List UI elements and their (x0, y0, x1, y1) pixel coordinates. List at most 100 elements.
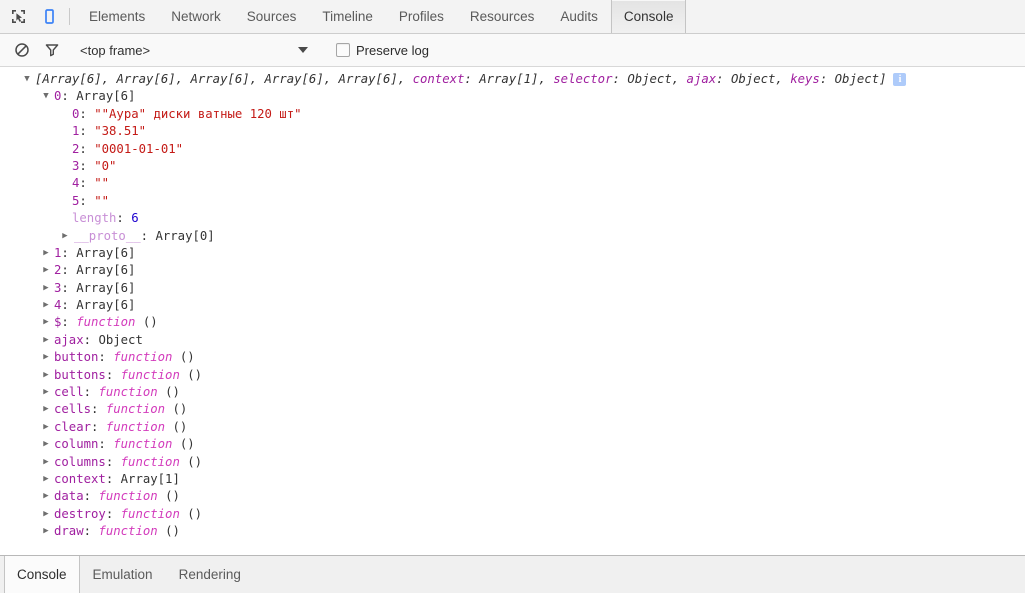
property-value: function () (105, 402, 188, 417)
tab-audits[interactable]: Audits (547, 0, 611, 33)
property-value: "38.51" (94, 124, 147, 139)
tree-row-property[interactable]: 3: Array[6] (0, 280, 1025, 297)
frame-selector[interactable]: <top frame> (80, 43, 320, 58)
property-value: function () (98, 524, 180, 539)
property-value: "0" (94, 158, 117, 173)
tree-row-property[interactable]: column: function () (0, 436, 1025, 453)
disclosure-triangle-icon[interactable] (41, 245, 51, 262)
tree-row-property[interactable]: columns: function () (0, 454, 1025, 471)
property-value: Array[6] (76, 89, 136, 104)
property-value: function () (98, 489, 180, 504)
tree-row-entry[interactable]: 4: "" (0, 175, 1025, 192)
disclosure-triangle-icon[interactable] (41, 297, 51, 314)
disclosure-triangle-icon[interactable] (41, 384, 51, 401)
disclosure-triangle-icon[interactable] (41, 488, 51, 505)
tree-row-property[interactable]: data: function () (0, 488, 1025, 505)
tree-row-entry[interactable]: 5: "" (0, 193, 1025, 210)
property-value: function () (76, 315, 158, 330)
clear-console-icon[interactable] (10, 38, 34, 62)
property-value: Object (98, 332, 143, 347)
tree-row-property[interactable]: cell: function () (0, 384, 1025, 401)
property-key: data (54, 489, 84, 504)
property-value: Array[0] (155, 228, 215, 243)
property-value: 6 (131, 211, 139, 226)
disclosure-triangle-icon[interactable] (41, 280, 51, 297)
devtools-window: Elements Network Sources Timeline Profil… (0, 0, 1025, 593)
drawer-tabbar: Console Emulation Rendering (0, 555, 1025, 593)
tree-row-item-0[interactable]: 0: Array[6] (0, 88, 1025, 105)
tabbar-divider (69, 8, 70, 25)
disclosure-triangle-icon[interactable] (41, 436, 51, 453)
property-key: __proto__ (74, 228, 141, 243)
console-message[interactable]: [Array[6], Array[6], Array[6], Array[6],… (0, 71, 1025, 541)
tab-profiles[interactable]: Profiles (386, 0, 457, 33)
disclosure-triangle-icon[interactable] (41, 523, 51, 540)
tree-row-property[interactable]: clear: function () (0, 419, 1025, 436)
devtools-tabbar: Elements Network Sources Timeline Profil… (0, 0, 1025, 34)
disclosure-triangle-icon[interactable] (41, 262, 51, 279)
drawer-tab-rendering[interactable]: Rendering (166, 556, 254, 593)
tree-row-entry[interactable]: 2: "0001-01-01" (0, 141, 1025, 158)
disclosure-triangle-icon[interactable] (41, 454, 51, 471)
disclosure-triangle-icon[interactable] (41, 88, 51, 105)
tree-row-property[interactable]: buttons: function () (0, 367, 1025, 384)
tree-row-property[interactable]: $: function () (0, 314, 1025, 331)
filter-icon[interactable] (40, 38, 64, 62)
tree-row-property[interactable]: destroy: function () (0, 506, 1025, 523)
disclosure-triangle-icon[interactable] (60, 228, 70, 245)
tree-row-entry[interactable]: 3: "0" (0, 158, 1025, 175)
tree-row-property[interactable]: context: Array[1] (0, 471, 1025, 488)
property-value: Array[6] (76, 280, 136, 295)
tree-row-property[interactable]: 2: Array[6] (0, 262, 1025, 279)
tree-row-property[interactable]: 4: Array[6] (0, 297, 1025, 314)
preserve-log-checkbox[interactable] (336, 43, 350, 57)
property-value: Array[6] (76, 245, 136, 260)
drawer-tab-emulation[interactable]: Emulation (80, 556, 166, 593)
tab-timeline[interactable]: Timeline (309, 0, 386, 33)
tab-resources[interactable]: Resources (457, 0, 548, 33)
console-output[interactable]: [Array[6], Array[6], Array[6], Array[6],… (0, 67, 1025, 555)
tab-network[interactable]: Network (158, 0, 234, 33)
property-value: function () (98, 385, 180, 400)
property-value: "" (94, 176, 110, 191)
drawer-tab-console[interactable]: Console (4, 556, 80, 593)
inspect-element-icon[interactable] (8, 7, 28, 27)
tree-row-proto[interactable]: __proto__: Array[0] (0, 228, 1025, 245)
property-key: columns (54, 454, 106, 469)
disclosure-triangle-icon[interactable] (41, 349, 51, 366)
preserve-log-toggle[interactable]: Preserve log (336, 43, 429, 58)
panel-tabs: Elements Network Sources Timeline Profil… (76, 0, 687, 33)
property-key: ajax (54, 332, 84, 347)
disclosure-triangle-icon[interactable] (41, 419, 51, 436)
tree-row-length[interactable]: length: 6 (0, 210, 1025, 227)
disclosure-triangle-icon[interactable] (41, 367, 51, 384)
device-toolbar-icon[interactable] (39, 7, 59, 27)
tree-row-property[interactable]: draw: function () (0, 523, 1025, 540)
property-value: "0001-01-01" (94, 141, 184, 156)
property-key: length (72, 211, 117, 226)
property-rows: 1: Array[6]2: Array[6]3: Array[6]4: Arra… (0, 245, 1025, 541)
tab-sources[interactable]: Sources (234, 0, 310, 33)
info-badge[interactable]: i (893, 73, 907, 86)
disclosure-triangle-icon[interactable] (41, 314, 51, 331)
frame-selector-value: <top frame> (80, 42, 151, 58)
disclosure-triangle-icon[interactable] (22, 71, 32, 88)
tree-row-property[interactable]: button: function () (0, 349, 1025, 366)
tabbar-icon-group (0, 0, 65, 33)
tree-row-property[interactable]: cells: function () (0, 401, 1025, 418)
tab-elements[interactable]: Elements (76, 0, 158, 33)
tree-row-entry[interactable]: 0: ""Аура" диски ватные 120 шт" (0, 106, 1025, 123)
tree-row-property[interactable]: 1: Array[6] (0, 245, 1025, 262)
array-header-row[interactable]: [Array[6], Array[6], Array[6], Array[6],… (0, 71, 1025, 88)
disclosure-triangle-icon[interactable] (41, 332, 51, 349)
property-value: ""Аура" диски ватные 120 шт" (94, 106, 302, 121)
tab-console[interactable]: Console (610, 0, 687, 33)
disclosure-triangle-icon[interactable] (41, 401, 51, 418)
property-key: destroy (54, 506, 106, 521)
disclosure-triangle-icon[interactable] (41, 506, 51, 523)
tree-row-property[interactable]: ajax: Object (0, 332, 1025, 349)
array-preview: [Array[6], Array[6], Array[6], Array[6],… (35, 72, 887, 86)
tree-row-entry[interactable]: 1: "38.51" (0, 123, 1025, 140)
disclosure-triangle-icon[interactable] (41, 471, 51, 488)
property-value: function () (120, 454, 203, 469)
